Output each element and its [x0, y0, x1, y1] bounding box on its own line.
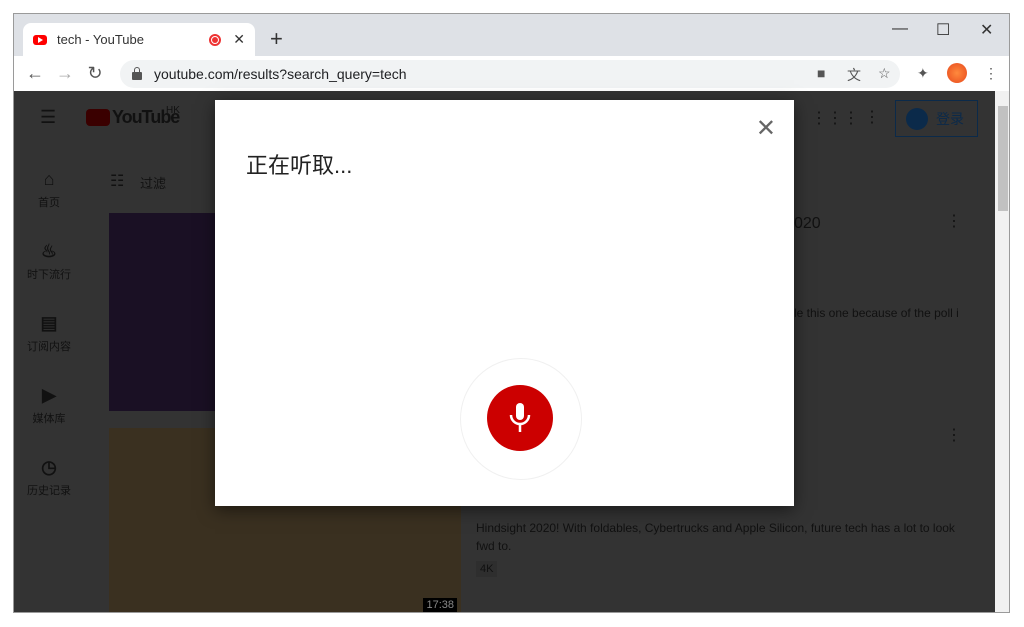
more-options-icon[interactable]: ⋮	[946, 211, 962, 231]
subscriptions-icon: ▤	[40, 313, 58, 333]
address-bar[interactable]: youtube.com/results?search_query=tech	[120, 60, 900, 88]
mic-ring	[460, 358, 582, 480]
tab-youtube[interactable]: tech - YouTube ✕	[23, 23, 255, 56]
sidebar-item-home[interactable]: ⌂ 首页	[14, 169, 84, 210]
window-close-button[interactable]: ✕	[980, 20, 993, 40]
filter-button[interactable]: 过滤	[140, 173, 166, 192]
duration-badge: 17:38	[423, 598, 457, 612]
apps-icon[interactable]: ⋮⋮⋮	[811, 108, 859, 128]
sidebar-item-library[interactable]: ▶ 媒体库	[14, 385, 84, 426]
menu-icon[interactable]: ⋮	[984, 65, 998, 82]
tab-title: tech - YouTube	[57, 32, 144, 47]
signin-label: 登录	[936, 110, 964, 127]
camera-icon[interactable]: ■	[817, 65, 825, 81]
settings-menu-icon[interactable]: ⋮	[864, 107, 880, 127]
sidebar-item-trending[interactable]: ♨ 时下流行	[14, 241, 84, 282]
video-description-fragment: le this one because of the poll i	[794, 306, 959, 320]
quality-badge: 4K	[476, 561, 498, 577]
lock-icon	[132, 67, 142, 80]
minimize-button[interactable]: —	[892, 20, 908, 38]
video-description: Hindsight 2020! With foldables, Cybertru…	[476, 521, 955, 553]
voice-search-dialog: 正在听取... ✕	[215, 100, 794, 506]
sidebar-item-subscriptions[interactable]: ▤ 订阅内容	[14, 313, 84, 354]
youtube-favicon-icon	[33, 34, 47, 45]
profile-avatar[interactable]	[947, 63, 967, 83]
dialog-close-button[interactable]: ✕	[756, 114, 776, 143]
sidebar-label: 订阅内容	[27, 341, 71, 353]
youtube-logo-icon	[86, 109, 110, 126]
sidebar-label: 历史记录	[27, 485, 71, 497]
library-icon: ▶	[42, 385, 56, 405]
translate-icon[interactable]: 文	[847, 65, 861, 85]
filter-icon[interactable]: ☷	[110, 171, 124, 191]
more-options-icon[interactable]: ⋮	[946, 425, 962, 445]
dialog-title: 正在听取...	[246, 153, 353, 178]
tab-bar: tech - YouTube ✕ + — ☐ ✕	[14, 14, 1009, 56]
toolbar: ← → ↻ youtube.com/results?search_query=t…	[14, 56, 1009, 91]
sidebar-label: 首页	[38, 197, 60, 209]
sidebar-item-history[interactable]: ◷ 历史记录	[14, 457, 84, 498]
bookmark-star-icon[interactable]: ☆	[878, 65, 891, 82]
home-icon: ⌂	[43, 169, 55, 189]
tab-close-button[interactable]: ✕	[233, 31, 245, 48]
sidebar-label: 时下流行	[27, 269, 71, 281]
microphone-icon	[509, 403, 531, 432]
browser-window: tech - YouTube ✕ + — ☐ ✕ ← → ↻ youtube.c…	[13, 13, 1010, 613]
sidebar-label: 媒体库	[32, 413, 66, 425]
url-text: youtube.com/results?search_query=tech	[154, 66, 407, 82]
back-button[interactable]: ←	[20, 63, 50, 84]
forward-button[interactable]: →	[50, 63, 80, 84]
video-thumbnail[interactable]	[109, 213, 219, 411]
reload-button[interactable]: ↻	[80, 63, 110, 84]
scrollbar[interactable]	[995, 91, 1009, 612]
region-label: HK	[166, 105, 180, 116]
account-icon	[906, 107, 928, 130]
hamburger-icon[interactable]: ☰	[40, 107, 56, 128]
new-tab-button[interactable]: +	[270, 26, 283, 52]
video-title-fragment[interactable]: 020	[794, 215, 821, 233]
maximize-button[interactable]: ☐	[936, 20, 950, 40]
signin-button[interactable]: 登录	[895, 100, 978, 137]
scrollbar-thumb[interactable]	[998, 106, 1008, 211]
trending-icon: ♨	[40, 241, 58, 261]
extensions-icon[interactable]: ✦	[917, 65, 929, 82]
youtube-page: ☰ YouTube HK ⋮⋮⋮ ⋮ 登录 ⌂ 首页 ♨ 时下流行 ▤ 订阅内容 ▶ 媒…	[14, 91, 995, 612]
recording-icon	[209, 33, 222, 46]
microphone-button[interactable]	[487, 385, 553, 451]
history-icon: ◷	[41, 457, 57, 477]
